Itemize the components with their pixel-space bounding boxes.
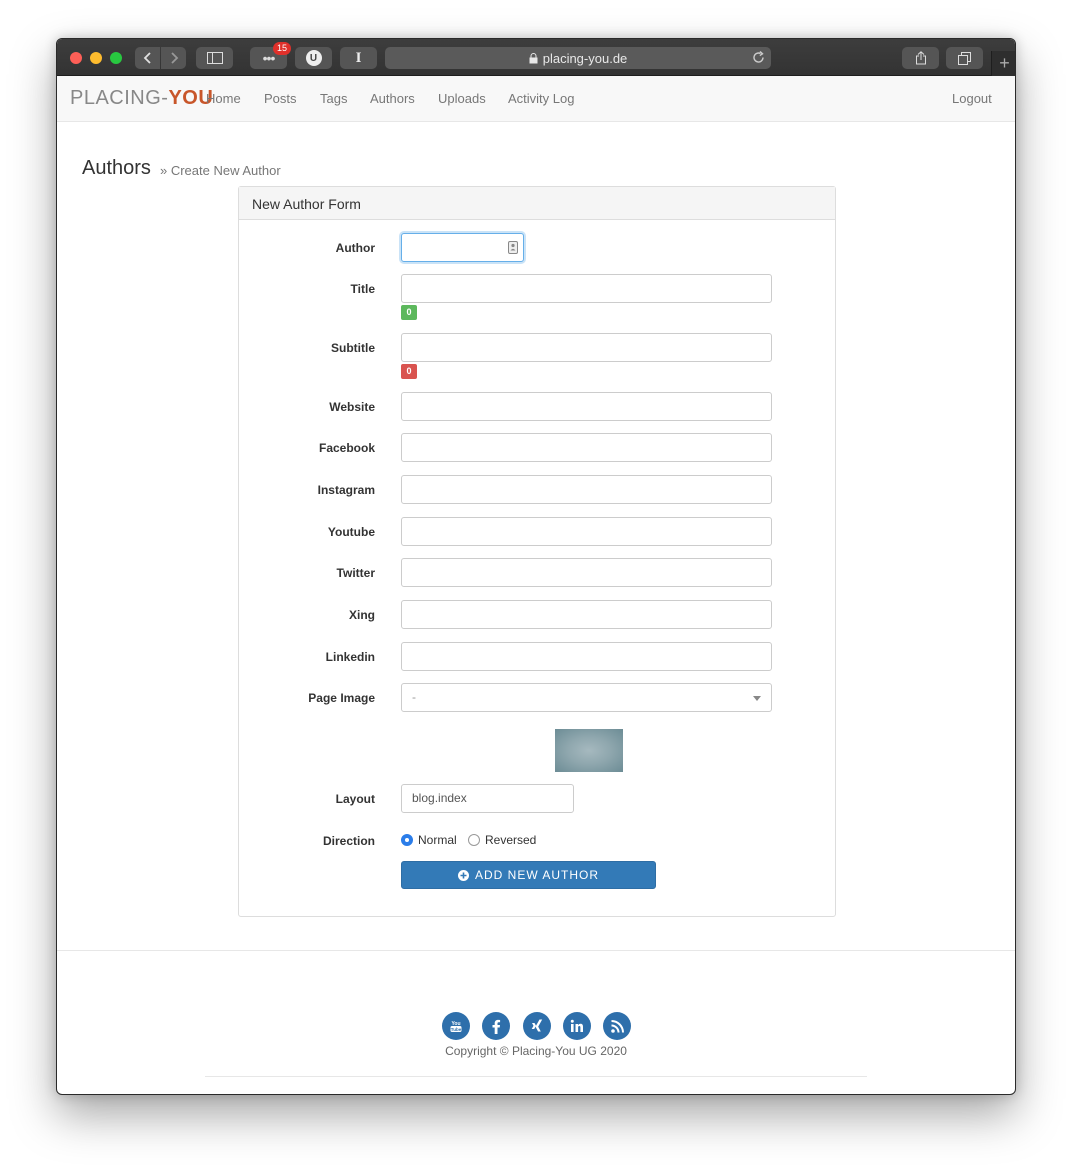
copyright-text: Copyright © Placing-You UG 2020 — [445, 1044, 627, 1058]
contact-card-icon[interactable] — [508, 241, 518, 254]
browser-toolbar: ••• 15 U I placing-you.de + — [57, 39, 1015, 76]
notification-badge: 15 — [273, 42, 291, 55]
text-cursor-icon: I — [355, 49, 362, 66]
title-field[interactable] — [401, 274, 772, 303]
top-navbar: PLACING-YOU Home Posts Tags Authors Uplo… — [57, 76, 1015, 122]
chevron-down-icon — [753, 696, 761, 701]
forward-button[interactable] — [161, 47, 186, 69]
nav-logout[interactable]: Logout — [952, 91, 992, 106]
new-tab-button[interactable]: + — [991, 51, 1015, 76]
xing-icon[interactable] — [523, 1012, 551, 1040]
layout-value: blog.index — [412, 791, 467, 805]
address-bar[interactable]: placing-you.de — [385, 47, 771, 69]
page-image-label: Page Image — [308, 691, 375, 705]
brand-text: PLACING- — [70, 87, 169, 109]
sidebar-toggle-button[interactable] — [196, 47, 233, 69]
subtitle-label: Subtitle — [331, 341, 375, 355]
cursor-extension-button[interactable]: I — [340, 47, 377, 69]
reload-icon[interactable] — [752, 51, 765, 64]
twitter-field[interactable] — [401, 558, 772, 587]
nav-uploads[interactable]: Uploads — [438, 91, 486, 106]
linkedin-label: Linkedin — [325, 650, 375, 664]
svg-text:Tube: Tube — [451, 1027, 462, 1032]
chevron-left-icon — [143, 52, 151, 64]
title-char-counter: 0 — [401, 305, 417, 320]
ublock-extension-button[interactable]: U — [295, 47, 332, 69]
ublock-icon: U — [305, 50, 322, 66]
page-image-selected-value: - — [412, 690, 416, 704]
linkedin-glyph — [570, 1019, 583, 1032]
author-field[interactable] — [401, 233, 524, 262]
browser-window: ••• 15 U I placing-you.de + PLACING-YOU … — [56, 38, 1016, 1095]
rss-glyph — [610, 1019, 624, 1033]
title-label: Title — [350, 282, 375, 296]
website-label: Website — [329, 400, 375, 414]
facebook-icon[interactable] — [482, 1012, 510, 1040]
lock-icon — [529, 52, 538, 63]
youtube-label: Youtube — [327, 525, 375, 539]
sidebar-icon — [206, 52, 223, 64]
nav-posts[interactable]: Posts — [264, 91, 297, 106]
linkedin-icon[interactable] — [563, 1012, 591, 1040]
tabs-icon — [958, 51, 971, 65]
new-author-form-panel: New Author Form Author Title 0 Subtitle … — [238, 186, 836, 917]
website-field[interactable] — [401, 392, 772, 421]
instagram-field[interactable] — [401, 475, 772, 504]
zoom-window-button[interactable] — [110, 52, 122, 64]
youtube-icon[interactable]: You Tube — [442, 1012, 470, 1040]
nav-home[interactable]: Home — [206, 91, 241, 106]
xing-field[interactable] — [401, 600, 772, 629]
page-title: Authors — [82, 157, 151, 179]
panel-heading: New Author Form — [239, 187, 835, 220]
add-new-author-button[interactable]: ADD NEW AUTHOR — [401, 861, 656, 889]
chevron-right-icon — [170, 52, 178, 64]
brand-logo[interactable]: PLACING-YOU — [70, 87, 213, 110]
subtitle-field[interactable] — [401, 333, 772, 362]
facebook-label: Facebook — [318, 441, 375, 455]
footer-bottom-divider — [205, 1076, 867, 1077]
direction-reversed-label[interactable]: Reversed — [485, 833, 536, 847]
tab-overview-button[interactable] — [946, 47, 983, 69]
youtube-glyph: YouTube — [450, 1021, 462, 1032]
direction-reversed-radio[interactable] — [468, 834, 480, 846]
xing-label: Xing — [349, 608, 375, 622]
facebook-field[interactable] — [401, 433, 772, 462]
direction-normal-radio[interactable] — [401, 834, 413, 846]
plus-circle-icon — [457, 869, 469, 881]
back-button[interactable] — [135, 47, 160, 69]
breadcrumb: » Create New Author — [160, 163, 281, 178]
add-new-author-label: ADD NEW AUTHOR — [474, 868, 599, 882]
page-image-select[interactable]: - — [401, 683, 772, 712]
share-icon — [915, 51, 926, 65]
more-dots-icon: ••• — [262, 50, 276, 66]
nav-tags[interactable]: Tags — [320, 91, 347, 106]
footer-divider — [57, 950, 1015, 951]
twitter-label: Twitter — [336, 566, 375, 580]
instagram-label: Instagram — [317, 483, 375, 497]
rss-icon[interactable] — [603, 1012, 631, 1040]
youtube-field[interactable] — [401, 517, 772, 546]
url-text: placing-you.de — [542, 50, 628, 66]
direction-label: Direction — [322, 834, 375, 848]
share-button[interactable] — [902, 47, 939, 69]
layout-label: Layout — [335, 792, 375, 806]
close-window-button[interactable] — [70, 52, 82, 64]
minimize-window-button[interactable] — [90, 52, 102, 64]
subtitle-char-counter: 0 — [401, 364, 417, 379]
nav-activity-log[interactable]: Activity Log — [508, 91, 574, 106]
layout-field[interactable]: blog.index — [401, 784, 574, 813]
direction-normal-label[interactable]: Normal — [418, 833, 457, 847]
xing-glyph — [531, 1019, 543, 1031]
page-image-preview — [555, 729, 623, 772]
nav-authors[interactable]: Authors — [370, 91, 415, 106]
linkedin-field[interactable] — [401, 642, 772, 671]
facebook-glyph — [492, 1019, 501, 1034]
author-label: Author — [335, 241, 375, 255]
